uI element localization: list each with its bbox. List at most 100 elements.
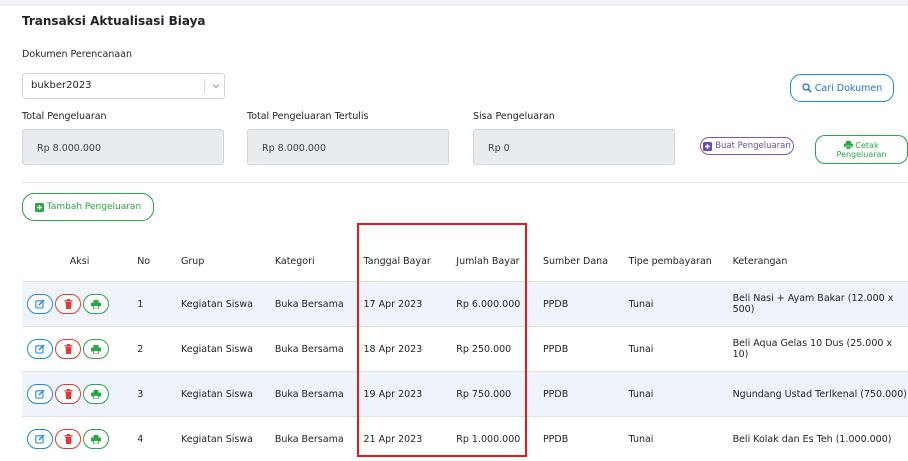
total-tertulis-value: Rp 8.000.000 xyxy=(262,143,326,154)
trash-icon xyxy=(64,299,73,309)
tambah-pengeluaran-button[interactable]: Tambah Pengeluaran xyxy=(22,193,154,221)
total-tertulis-field: Rp 8.000.000 xyxy=(247,129,449,165)
row-actions xyxy=(22,327,137,372)
row-actions xyxy=(22,372,137,417)
table-row: 1 Kegiatan Siswa Buka Bersama 17 Apr 202… xyxy=(22,282,908,327)
cell-sumber: PPDB xyxy=(543,417,629,461)
sisa-pengeluaran-field: Rp 0 xyxy=(473,129,675,165)
cell-jumlah: Rp 1.000.000 xyxy=(456,417,543,461)
cell-sumber: PPDB xyxy=(543,327,629,372)
printer-icon xyxy=(91,435,101,444)
trash-icon xyxy=(64,389,73,399)
printer-icon xyxy=(91,300,101,309)
table-row: 2 Kegiatan Siswa Buka Bersama 18 Apr 202… xyxy=(22,327,908,372)
print-button[interactable] xyxy=(83,429,109,449)
cell-sumber: PPDB xyxy=(543,372,629,417)
print-button[interactable] xyxy=(83,294,109,314)
sisa-pengeluaran-value: Rp 0 xyxy=(488,143,510,154)
chevron-down-icon[interactable] xyxy=(210,80,222,92)
cell-no: 1 xyxy=(137,282,181,327)
cell-jumlah: Rp 750.000 xyxy=(456,372,543,417)
cell-tanggal: 17 Apr 2023 xyxy=(364,282,457,327)
cetak-label-1: Cetak xyxy=(855,141,878,150)
total-pengeluaran-field: Rp 8.000.000 xyxy=(22,129,224,165)
printer-icon xyxy=(844,141,853,149)
table-row: 3 Kegiatan Siswa Buka Bersama 19 Apr 202… xyxy=(22,372,908,417)
cell-tanggal: 18 Apr 2023 xyxy=(364,327,457,372)
cari-dokumen-label: Cari Dokumen xyxy=(815,83,883,94)
edit-icon xyxy=(35,299,45,309)
col-header-keterangan: Keterangan xyxy=(733,241,908,282)
cell-sumber: PPDB xyxy=(543,282,629,327)
delete-button[interactable] xyxy=(55,339,81,359)
edit-button[interactable] xyxy=(27,429,53,449)
cell-keterangan: Beli Kolak dan Es Teh (1.000.000) xyxy=(733,417,908,461)
print-button[interactable] xyxy=(83,339,109,359)
cell-tipe: Tunai xyxy=(629,372,733,417)
tambah-pengeluaran-label: Tambah Pengeluaran xyxy=(47,202,141,212)
dokumen-label: Dokumen Perencanaan xyxy=(22,49,132,60)
cell-keterangan: Beli Aqua Gelas 10 Dus (25.000 x 10) xyxy=(733,327,908,372)
cell-keterangan: Beli Nasi + Ayam Bakar (12.000 x 500) xyxy=(733,282,908,327)
col-header-tanggal: Tanggal Bayar xyxy=(364,241,457,282)
cetak-pengeluaran-button[interactable]: Cetak Pengeluaran xyxy=(815,135,908,164)
cell-kategori: Buka Bersama xyxy=(275,372,364,417)
col-header-jumlah: Jumlah Bayar xyxy=(456,241,543,282)
total-pengeluaran-value: Rp 8.000.000 xyxy=(37,143,101,154)
delete-button[interactable] xyxy=(55,384,81,404)
cell-no: 3 xyxy=(137,372,181,417)
edit-icon xyxy=(35,344,45,354)
plus-square-icon xyxy=(703,142,712,151)
table-header-row: Aksi No Grup Kategori Tanggal Bayar Juml… xyxy=(22,241,908,282)
print-button[interactable] xyxy=(83,384,109,404)
cell-keterangan: Ngundang Ustad Terlkenal (750.000) xyxy=(733,372,908,417)
cell-tipe: Tunai xyxy=(629,327,733,372)
select-separator xyxy=(204,79,205,94)
cell-grup: Kegiatan Siswa xyxy=(181,417,275,461)
cell-tanggal: 21 Apr 2023 xyxy=(364,417,457,461)
top-divider xyxy=(0,0,908,6)
search-icon xyxy=(802,83,812,93)
total-label: Total Pengeluaran xyxy=(22,111,107,122)
buat-pengeluaran-label: Buat Pengeluaran xyxy=(715,141,791,151)
cell-no: 2 xyxy=(137,327,181,372)
col-header-tipe: Tipe pembayaran xyxy=(629,241,733,282)
cell-jumlah: Rp 250.000 xyxy=(456,327,543,372)
row-actions xyxy=(22,417,137,461)
col-header-sumber: Sumber Dana xyxy=(543,241,629,282)
col-header-grup: Grup xyxy=(181,241,275,282)
cell-no: 4 xyxy=(137,417,181,461)
pengeluaran-table: Aksi No Grup Kategori Tanggal Bayar Juml… xyxy=(22,241,908,461)
sisa-label: Sisa Pengeluaran xyxy=(473,111,555,122)
cell-tipe: Tunai xyxy=(629,417,733,461)
dokumen-select-value: bukber2023 xyxy=(31,80,92,91)
plus-square-icon xyxy=(35,203,44,212)
section-divider xyxy=(22,182,908,183)
edit-button[interactable] xyxy=(27,339,53,359)
cell-kategori: Buka Bersama xyxy=(275,282,364,327)
edit-button[interactable] xyxy=(27,294,53,314)
col-header-no: No xyxy=(137,241,181,282)
col-header-aksi: Aksi xyxy=(22,241,137,282)
cari-dokumen-button[interactable]: Cari Dokumen xyxy=(790,74,894,102)
dokumen-select[interactable]: bukber2023 xyxy=(22,73,225,99)
edit-icon xyxy=(35,389,45,399)
delete-button[interactable] xyxy=(55,429,81,449)
printer-icon xyxy=(91,345,101,354)
cell-grup: Kegiatan Siswa xyxy=(181,282,275,327)
edit-icon xyxy=(35,434,45,444)
trash-icon xyxy=(64,434,73,444)
page-title: Transaksi Aktualisasi Biaya xyxy=(22,14,206,28)
cell-jumlah: Rp 6.000.000 xyxy=(456,282,543,327)
delete-button[interactable] xyxy=(55,294,81,314)
row-actions xyxy=(22,282,137,327)
cell-tipe: Tunai xyxy=(629,282,733,327)
cetak-label-2: Pengeluaran xyxy=(837,150,887,159)
table-row: 4 Kegiatan Siswa Buka Bersama 21 Apr 202… xyxy=(22,417,908,461)
buat-pengeluaran-button[interactable]: Buat Pengeluaran xyxy=(700,137,794,155)
printer-icon xyxy=(91,390,101,399)
trash-icon xyxy=(64,344,73,354)
cell-kategori: Buka Bersama xyxy=(275,327,364,372)
tertulis-label: Total Pengeluaran Tertulis xyxy=(247,111,369,122)
edit-button[interactable] xyxy=(27,384,53,404)
